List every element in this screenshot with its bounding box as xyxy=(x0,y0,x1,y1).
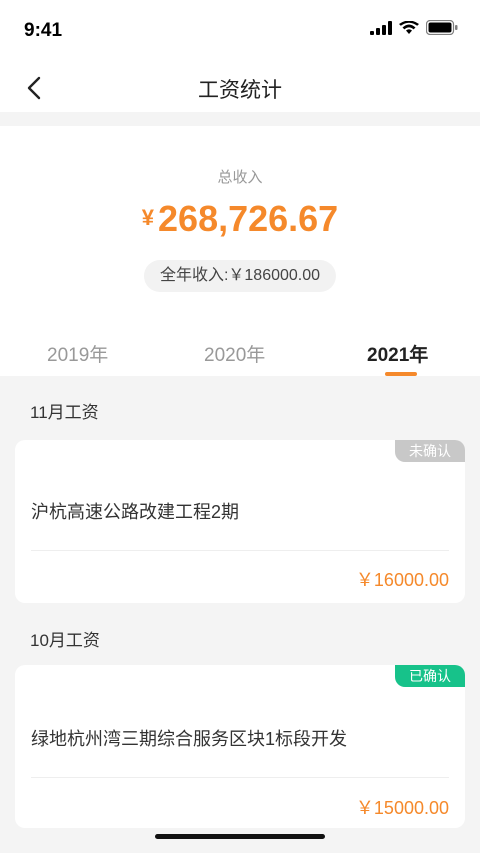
status-icons xyxy=(370,20,458,35)
project-name: 绿地杭州湾三期综合服务区块1标段开发 xyxy=(31,729,348,749)
tab-2020[interactable]: 2020年 xyxy=(204,340,265,367)
salary-amount: ￥15000.00 xyxy=(355,798,449,818)
total-income-label: 总收入 xyxy=(217,169,263,186)
page-title: 工资统计 xyxy=(198,79,282,102)
salary-card[interactable]: 未确认 沪杭高速公路改建工程2期 ￥16000.00 xyxy=(15,440,465,603)
active-tab-indicator xyxy=(385,372,417,376)
section-gap xyxy=(0,112,480,126)
salary-amount: ￥16000.00 xyxy=(355,570,449,590)
wifi-icon xyxy=(399,20,419,34)
total-income-amount: ¥268,726.67 xyxy=(0,198,480,240)
year-income-badge: 全年收入:￥186000.00 xyxy=(143,260,337,292)
tab-2021[interactable]: 2021年 xyxy=(367,340,428,367)
status-badge: 已确认 xyxy=(395,665,465,687)
salary-card[interactable]: 已确认 绿地杭州湾三期综合服务区块1标段开发 ￥15000.00 xyxy=(15,665,465,828)
battery-icon xyxy=(426,20,458,35)
total-income-value: 268,726.67 xyxy=(158,198,339,239)
card-divider xyxy=(31,550,449,551)
status-badge: 未确认 xyxy=(395,440,465,462)
signal-icon xyxy=(370,20,392,35)
currency-symbol: ¥ xyxy=(141,205,155,230)
month-title-october: 10月工资 xyxy=(30,631,100,650)
card-divider xyxy=(31,777,449,778)
status-bar: 9:41 xyxy=(0,0,480,62)
month-title-november: 11月工资 xyxy=(30,403,99,422)
nav-bar: 工资统计 xyxy=(0,62,480,112)
tab-2019[interactable]: 2019年 xyxy=(47,340,108,367)
status-time: 9:41 xyxy=(24,20,63,41)
project-name: 沪杭高速公路改建工程2期 xyxy=(31,502,240,522)
home-indicator xyxy=(155,834,325,839)
year-tabs: 2019年 2020年 2021年 xyxy=(0,326,480,376)
